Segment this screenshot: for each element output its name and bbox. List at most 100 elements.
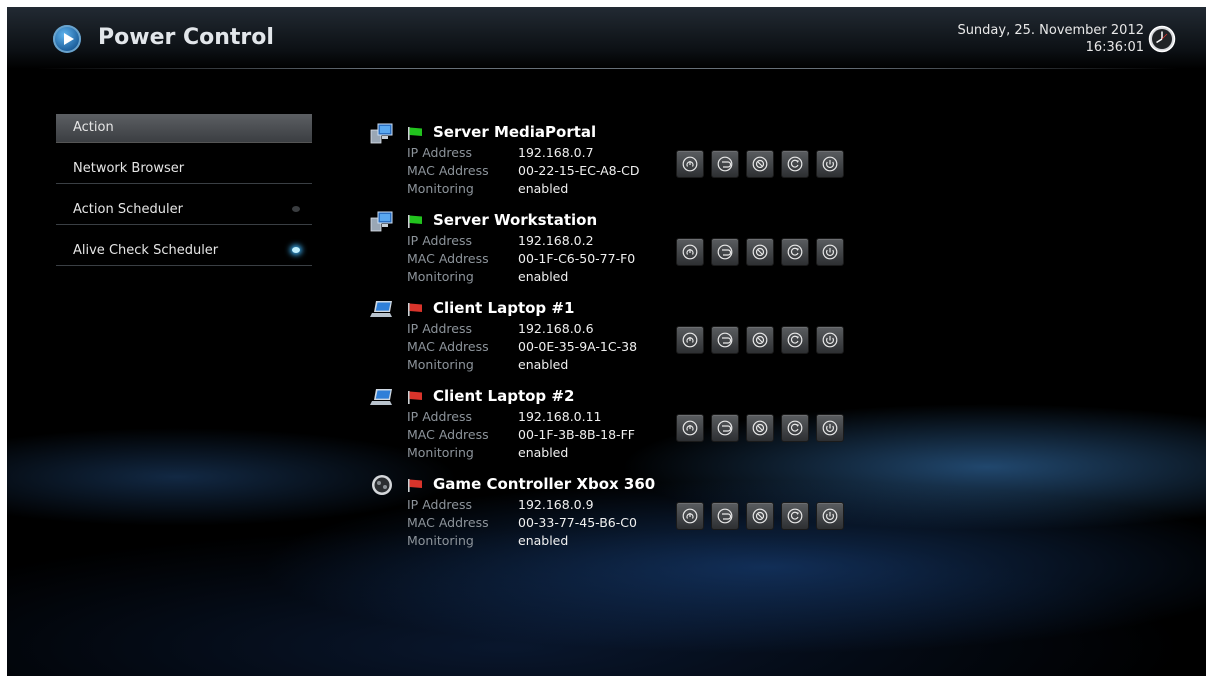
menu-item-action[interactable]: Action [56, 114, 312, 143]
reboot-button[interactable] [781, 414, 809, 442]
device-item[interactable]: Client Laptop #1 IP Address 192.168.0.6 MAC… [367, 291, 867, 379]
device-monitoring-row: Monitoring enabled [407, 357, 568, 372]
device-name: Server MediaPortal [433, 123, 597, 141]
offline-flag-icon [407, 301, 423, 316]
mediaportal-logo-icon [53, 25, 81, 53]
menu-item-label: Action [73, 120, 114, 135]
field-value: 00-0E-35-9A-1C-38 [518, 339, 638, 354]
online-flag-icon [407, 213, 423, 228]
field-label: MAC Address [407, 251, 489, 266]
device-name: Server Workstation [433, 211, 598, 229]
menu-item-alive-check-scheduler[interactable]: Alive Check Scheduler [56, 237, 312, 266]
device-action-buttons [676, 238, 851, 266]
current-time: 16:36:01 [1085, 40, 1144, 55]
field-value: enabled [518, 445, 569, 460]
device-ip-row: IP Address 192.168.0.9 [407, 497, 594, 512]
screen: Power Control Sunday, 25. November 2012 … [7, 7, 1206, 676]
hibernate-button[interactable] [711, 502, 739, 530]
shutdown-button[interactable] [816, 150, 844, 178]
device-mac-row: MAC Address 00-0E-35-9A-1C-38 [407, 339, 637, 354]
header-divider [37, 68, 1177, 69]
device-name: Game Controller Xbox 360 [433, 475, 656, 493]
power-on-button[interactable] [676, 414, 704, 442]
field-value: 00-1F-C6-50-77-F0 [518, 251, 636, 266]
field-label: MAC Address [407, 339, 489, 354]
hibernate-button[interactable] [711, 238, 739, 266]
reboot-button[interactable] [781, 238, 809, 266]
status-indicator [292, 247, 300, 253]
sidebar-menu: Action Network Browser Action Scheduler Ali… [56, 114, 312, 278]
device-name: Client Laptop #2 [433, 387, 575, 405]
device-item[interactable]: Server MediaPortal IP Address 192.168.0.7 M… [367, 115, 867, 203]
power-on-button[interactable] [676, 502, 704, 530]
field-label: Monitoring [407, 181, 474, 196]
reboot-button[interactable] [781, 150, 809, 178]
field-label: IP Address [407, 145, 472, 160]
field-value: 00-33-77-45-B6-C0 [518, 515, 637, 530]
power-on-button[interactable] [676, 150, 704, 178]
field-value: enabled [518, 269, 569, 284]
field-value: 192.168.0.7 [518, 145, 594, 160]
laptop-icon [370, 298, 394, 320]
suspend-button[interactable] [746, 502, 774, 530]
shutdown-button[interactable] [816, 502, 844, 530]
suspend-button[interactable] [746, 414, 774, 442]
menu-item-label: Network Browser [73, 161, 185, 176]
device-action-buttons [676, 326, 851, 354]
menu-item-label: Action Scheduler [73, 202, 183, 217]
suspend-button[interactable] [746, 326, 774, 354]
menu-item-action-scheduler[interactable]: Action Scheduler [56, 196, 312, 225]
shutdown-button[interactable] [816, 238, 844, 266]
device-mac-row: MAC Address 00-1F-C6-50-77-F0 [407, 251, 635, 266]
field-value: 192.168.0.6 [518, 321, 594, 336]
field-label: IP Address [407, 321, 472, 336]
reboot-button[interactable] [781, 502, 809, 530]
power-on-button[interactable] [676, 326, 704, 354]
device-monitoring-row: Monitoring enabled [407, 445, 568, 460]
field-value: 192.168.0.9 [518, 497, 594, 512]
shutdown-button[interactable] [816, 414, 844, 442]
menu-item-network-browser[interactable]: Network Browser [56, 155, 312, 184]
device-action-buttons [676, 502, 851, 530]
field-value: enabled [518, 533, 569, 548]
field-value: enabled [518, 357, 569, 372]
shutdown-button[interactable] [816, 326, 844, 354]
field-label: MAC Address [407, 427, 489, 442]
field-label: MAC Address [407, 515, 489, 530]
gamepad-icon [370, 474, 394, 496]
online-flag-icon [407, 125, 423, 140]
device-name: Client Laptop #1 [433, 299, 575, 317]
reboot-button[interactable] [781, 326, 809, 354]
power-on-button[interactable] [676, 238, 704, 266]
device-ip-row: IP Address 192.168.0.2 [407, 233, 594, 248]
field-label: MAC Address [407, 163, 489, 178]
device-mac-row: MAC Address 00-1F-3B-8B-18-FF [407, 427, 635, 442]
device-monitoring-row: Monitoring enabled [407, 181, 568, 196]
field-label: IP Address [407, 409, 472, 424]
device-list: Server MediaPortal IP Address 192.168.0.7 M… [367, 115, 867, 555]
hibernate-button[interactable] [711, 326, 739, 354]
device-monitoring-row: Monitoring enabled [407, 269, 568, 284]
menu-item-label: Alive Check Scheduler [73, 243, 219, 258]
field-value: 192.168.0.2 [518, 233, 594, 248]
suspend-button[interactable] [746, 238, 774, 266]
device-ip-row: IP Address 192.168.0.6 [407, 321, 594, 336]
device-item[interactable]: Game Controller Xbox 360 IP Address 192.16… [367, 467, 867, 555]
suspend-button[interactable] [746, 150, 774, 178]
hibernate-button[interactable] [711, 150, 739, 178]
device-item[interactable]: Client Laptop #2 IP Address 192.168.0.11 MA… [367, 379, 867, 467]
field-value: 00-22-15-EC-A8-CD [518, 163, 640, 178]
hibernate-button[interactable] [711, 414, 739, 442]
field-label: Monitoring [407, 269, 474, 284]
status-indicator [292, 206, 300, 212]
device-mac-row: MAC Address 00-33-77-45-B6-C0 [407, 515, 637, 530]
app-title: Power Control [98, 25, 274, 50]
laptop-icon [370, 386, 394, 408]
offline-flag-icon [407, 477, 423, 492]
field-label: IP Address [407, 233, 472, 248]
field-value: enabled [518, 181, 569, 196]
device-item[interactable]: Server Workstation IP Address 192.168.0.2 M… [367, 203, 867, 291]
device-action-buttons [676, 150, 851, 178]
field-label: IP Address [407, 497, 472, 512]
field-label: Monitoring [407, 357, 474, 372]
